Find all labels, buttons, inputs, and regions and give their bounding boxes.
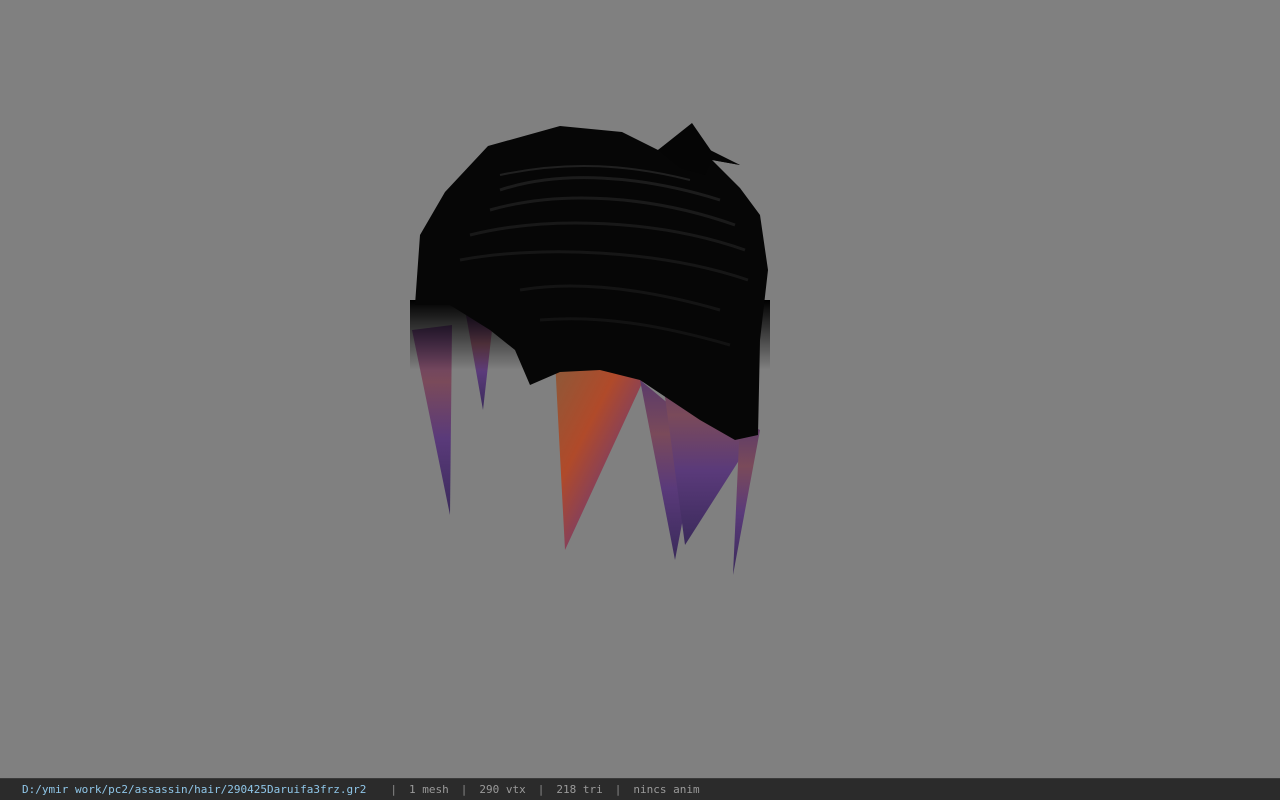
vertex-count: 290 vtx	[479, 783, 526, 796]
status-separator: |	[614, 783, 622, 796]
mesh-count: 1 mesh	[409, 783, 449, 796]
hair-model-render[interactable]	[0, 0, 1280, 778]
anim-status: nincs anim	[633, 783, 700, 796]
status-separator: |	[460, 783, 468, 796]
3d-viewport[interactable]	[0, 0, 1280, 778]
status-bar: D:/ymir work/pc2/assassin/hair/290425Dar…	[0, 778, 1280, 800]
triangle-count: 218 tri	[556, 783, 603, 796]
status-separator: |	[390, 783, 397, 796]
status-separator: |	[537, 783, 545, 796]
file-path: D:/ymir work/pc2/assassin/hair/290425Dar…	[22, 783, 367, 796]
